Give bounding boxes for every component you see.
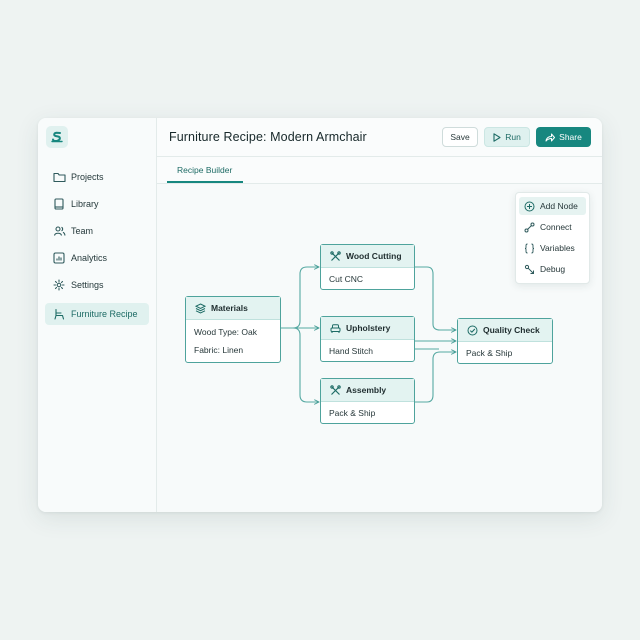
layers-icon — [194, 302, 206, 314]
bug-icon — [523, 263, 535, 275]
braces-icon — [523, 242, 535, 254]
save-button[interactable]: Save — [442, 127, 478, 147]
tab-active-indicator — [167, 181, 243, 183]
main-area: Furniture Recipe: Modern Armchair Save R… — [157, 118, 602, 512]
share-label: Share — [559, 132, 582, 142]
app-logo[interactable] — [46, 126, 68, 148]
chair-icon — [52, 307, 66, 321]
menu-item-label: Debug — [540, 264, 566, 274]
menu-item-variables[interactable]: Variables — [519, 239, 586, 257]
team-icon — [52, 224, 66, 238]
page-title: Furniture Recipe: Modern Armchair — [169, 130, 367, 144]
node-param: Fabric: Linen — [194, 345, 244, 355]
tab-recipe-builder[interactable]: Recipe Builder — [167, 157, 242, 183]
node-materials[interactable]: Materials Wood Type: Oak Fabric: Linen — [185, 296, 281, 363]
sidebar-item-label: Team — [71, 226, 94, 236]
header: Furniture Recipe: Modern Armchair Save R… — [157, 118, 602, 157]
check-circle-icon — [466, 324, 478, 336]
sidebar-item-furniture-recipe[interactable]: Furniture Recipe — [45, 303, 149, 325]
node-param: Hand Stitch — [329, 346, 373, 356]
node-title: Wood Cutting — [346, 251, 402, 261]
run-label: Run — [505, 132, 521, 142]
sidebar-item-library[interactable]: Library — [45, 193, 149, 215]
sidebar: Projects Library Team Analytics Settings — [38, 118, 157, 512]
logo-icon — [51, 131, 63, 143]
node-quality-check[interactable]: Quality Check Pack & Ship — [457, 318, 553, 364]
node-param: Wood Type: Oak — [194, 327, 257, 337]
node-title: Upholstery — [346, 323, 391, 333]
tab-bar: Recipe Builder — [157, 157, 602, 184]
sidebar-item-label: Library — [71, 199, 99, 209]
sidebar-item-settings[interactable]: Settings — [45, 274, 149, 296]
sidebar-item-projects[interactable]: Projects — [45, 166, 149, 188]
node-assembly[interactable]: Assembly Pack & Ship — [320, 378, 415, 424]
edge-assembly-quality — [414, 352, 456, 403]
gear-icon — [52, 278, 66, 292]
link-icon — [523, 221, 535, 233]
node-param: Pack & Ship — [466, 348, 513, 358]
canvas-context-menu: Add Node Connect Variables Debug — [515, 192, 590, 284]
node-param: Pack & Ship — [329, 408, 376, 418]
sidebar-item-team[interactable]: Team — [45, 220, 149, 242]
play-icon — [493, 132, 501, 142]
book-icon — [52, 197, 66, 211]
sidebar-item-label: Analytics — [71, 253, 108, 263]
edge-materials-assembly — [280, 327, 319, 402]
run-button[interactable]: Run — [484, 127, 530, 147]
node-param: Cut CNC — [329, 274, 364, 284]
sidebar-item-label: Settings — [71, 280, 104, 290]
node-title: Quality Check — [483, 325, 540, 335]
folder-icon — [52, 170, 66, 184]
node-title: Materials — [211, 303, 248, 313]
menu-item-connect[interactable]: Connect — [519, 218, 586, 236]
node-upholstery[interactable]: Upholstery Hand Stitch — [320, 316, 415, 362]
flow-canvas[interactable]: Materials Wood Type: Oak Fabric: Linen W… — [157, 184, 602, 512]
tools-icon — [329, 250, 341, 262]
menu-item-label: Connect — [540, 222, 572, 232]
sidebar-item-label: Furniture Recipe — [71, 309, 138, 319]
sofa-icon — [329, 322, 341, 334]
edge-wood-cutting-quality — [414, 266, 456, 330]
sidebar-item-analytics[interactable]: Analytics — [45, 247, 149, 269]
menu-item-label: Variables — [540, 243, 575, 253]
node-wood-cutting[interactable]: Wood Cutting Cut CNC — [320, 244, 415, 290]
tools-icon — [329, 384, 341, 396]
node-title: Assembly — [346, 385, 387, 395]
edge-materials-wood-cutting — [280, 267, 319, 329]
share-icon — [545, 133, 556, 141]
chart-icon — [52, 251, 66, 265]
menu-item-add-node[interactable]: Add Node — [519, 197, 586, 215]
plus-circle-icon — [523, 200, 535, 212]
menu-item-debug[interactable]: Debug — [519, 260, 586, 278]
app-window: Projects Library Team Analytics Settings — [38, 118, 602, 512]
menu-item-label: Add Node — [540, 201, 578, 211]
share-button[interactable]: Share — [536, 127, 591, 147]
sidebar-item-label: Projects — [71, 172, 104, 182]
save-label: Save — [450, 132, 470, 142]
